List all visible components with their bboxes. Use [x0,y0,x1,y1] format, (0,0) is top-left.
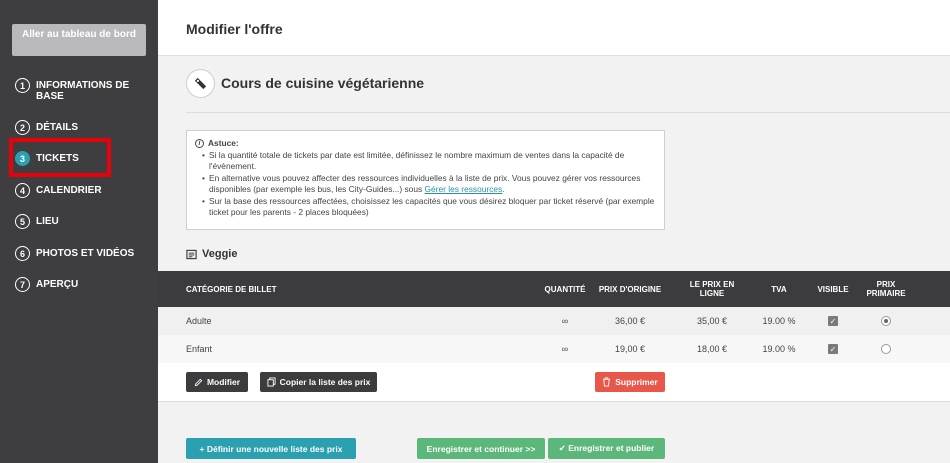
step-number: 6 [15,246,30,261]
cell-primary-price [860,307,912,335]
cell-vat: 19.00 % [762,344,796,354]
sidebar-item-label: LIEU [36,216,59,227]
save-continue-button[interactable]: Enregistrer et continuer >> [417,438,545,459]
page-title: Modifier l'offre [186,21,283,37]
visible-checkbox[interactable]: ✓ [828,316,838,326]
cell-primary-price [860,335,912,363]
cell-vat: 19.00 % [762,316,796,326]
col-vat: TVA [771,284,787,294]
tip-title: Astuce: [208,138,239,148]
col-primary-price: PRIX PRIMAIRE [866,280,906,298]
col-quantity: QUANTITÉ [544,284,586,294]
sidebar-item-label: APERÇU [36,279,79,290]
cell-visible: ✓ [810,335,856,363]
cell-original-price: 19,00 € [614,344,646,354]
tip-header: i Astuce: [195,138,664,150]
tip-bullet: En alternative vous pouvez affecter des … [202,173,664,196]
sidebar-item-label: DÉTAILS [36,122,79,133]
pencil-icon [194,378,203,386]
cell-quantity: ∞ [561,316,569,326]
table-row: Adulte ∞ 36,00 € 35,00 € 19.00 % ✓ [158,307,950,335]
step-number: 5 [15,214,30,229]
trash-icon [603,377,611,387]
tip-list: Si la quantité totale de tickets par dat… [195,150,664,219]
sidebar-item-label: PHOTOS ET VIDÉOS [36,248,135,259]
step-number: 7 [15,277,30,292]
sidebar-item-basic-info[interactable]: 1 INFORMATIONS DE BASE [15,78,150,102]
primary-price-radio[interactable] [881,316,891,326]
cell-online-price: 18,00 € [696,344,728,354]
offer-icon-circle [186,69,215,98]
cell-online-price: 35,00 € [696,316,728,326]
delete-button[interactable]: Supprimer [595,372,665,392]
pricelist-actions: Modifier Copier la liste des prix Suppri… [158,363,950,402]
tip-box: i Astuce: Si la quantité totale de ticke… [186,130,665,230]
sidebar: Aller au tableau de bord 1 INFORMATIONS … [0,0,158,463]
sidebar-item-label: INFORMATIONS DE BASE [36,80,130,102]
step-number: 3 [15,151,30,166]
cell-quantity: ∞ [561,344,569,354]
pricelist-name: Veggie [202,248,238,260]
table-row: Enfant ∞ 19,00 € 18,00 € 19.00 % ✓ [158,335,950,363]
info-icon: i [195,139,204,149]
sidebar-item-calendar[interactable]: 4 CALENDRIER [15,183,150,198]
step-number: 1 [15,78,30,93]
sidebar-item-label: TICKETS [36,153,79,164]
col-category: CATÉGORIE DE BILLET [186,284,277,294]
col-original-price: PRIX D'ORIGINE [598,284,662,294]
tip-bullet: Si la quantité totale de tickets par dat… [202,150,664,173]
sidebar-item-preview[interactable]: 7 APERÇU [15,277,150,292]
tip-bullet: Sur la base des ressources affectées, ch… [202,196,664,219]
copy-icon [267,377,276,387]
cell-category: Enfant [186,344,213,354]
ticket-icon [194,77,207,90]
save-publish-button[interactable]: ✔ Enregistrer et publier [548,438,665,459]
modify-button[interactable]: Modifier [186,372,248,392]
list-icon [186,249,197,259]
new-pricelist-button[interactable]: + Définir une nouvelle liste des prix [186,438,356,459]
col-online-price: LE PRIX EN LIGNE [689,280,735,298]
cell-category: Adulte [186,316,212,326]
primary-price-radio[interactable] [881,344,891,354]
sidebar-item-photos-videos[interactable]: 6 PHOTOS ET VIDÉOS [15,246,150,261]
dashboard-button[interactable]: Aller au tableau de bord [12,24,146,56]
cell-original-price: 36,00 € [614,316,646,326]
cell-visible: ✓ [810,307,856,335]
sidebar-item-location[interactable]: 5 LIEU [15,214,150,229]
sidebar-item-tickets[interactable]: 3 TICKETS [15,151,150,166]
sidebar-item-details[interactable]: 2 DÉTAILS [15,120,150,135]
copy-pricelist-button[interactable]: Copier la liste des prix [260,372,377,392]
visible-checkbox[interactable]: ✓ [828,344,838,354]
table-header: CATÉGORIE DE BILLET QUANTITÉ PRIX D'ORIG… [158,271,950,307]
offer-title: Cours de cuisine végétarienne [221,75,425,91]
pricelist-title: Veggie [186,248,237,260]
manage-resources-link[interactable]: Gérer les ressources [425,184,503,194]
sidebar-item-label: CALENDRIER [36,185,102,196]
col-visible: VISIBLE [817,284,849,294]
divider [186,112,950,113]
step-number: 2 [15,120,30,135]
topbar: Modifier l'offre [158,0,950,56]
step-number: 4 [15,183,30,198]
